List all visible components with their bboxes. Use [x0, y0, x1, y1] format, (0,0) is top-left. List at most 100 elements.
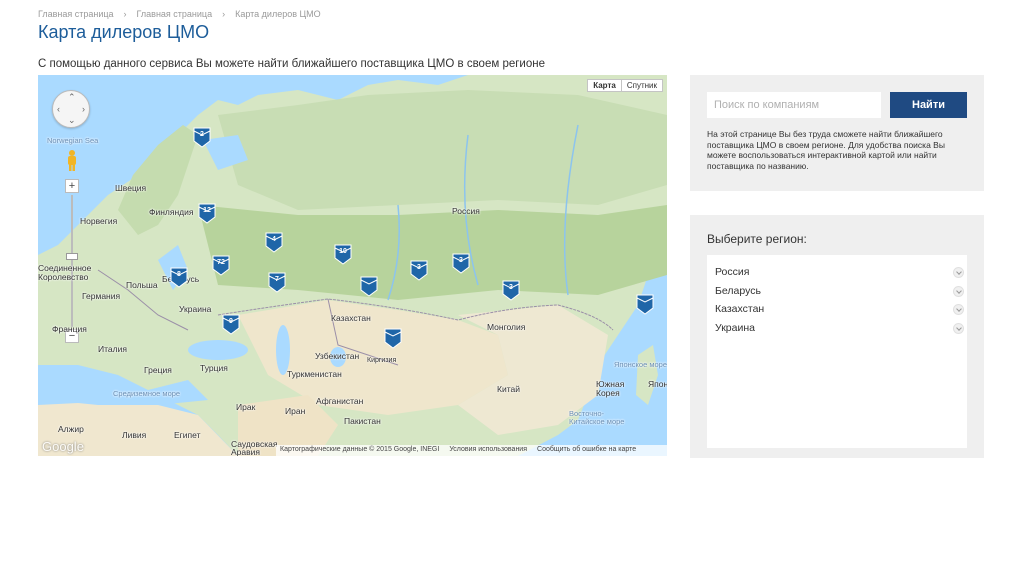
region-item-belarus[interactable]: Беларусь — [707, 285, 967, 304]
map-label: Франция — [52, 324, 87, 334]
map-label: Афганистан — [316, 396, 364, 406]
terms-link[interactable]: Условия использования — [449, 446, 527, 455]
pan-control[interactable]: ⌃ ⌄ ‹ › — [52, 90, 90, 128]
dealer-marker-icon — [384, 328, 402, 349]
pan-right-icon[interactable]: › — [82, 104, 85, 114]
breadcrumb-current: Карта дилеров ЦМО — [235, 9, 321, 19]
pan-down-icon[interactable]: ⌄ — [68, 115, 76, 126]
company-search-input[interactable] — [707, 92, 881, 118]
map-label: Египет — [174, 430, 201, 440]
map-label: Соединенное Королевство — [38, 263, 92, 282]
map-label: Польша — [126, 280, 158, 290]
breadcrumb-home-link[interactable]: Главная страница — [38, 9, 114, 19]
map-label: Киргизия — [367, 357, 397, 364]
dealer-marker[interactable]: 2 — [192, 126, 212, 148]
pegman-icon[interactable] — [66, 149, 78, 171]
zoom-in-button[interactable]: + — [65, 179, 79, 193]
dealer-marker-count: 3 — [417, 264, 421, 271]
dealer-marker[interactable]: 4 — [264, 231, 284, 253]
chevron-down-icon[interactable] — [953, 322, 964, 334]
map-label: Ливия — [122, 430, 147, 440]
chevron-down-icon[interactable] — [953, 267, 964, 278]
region-item-kazakhstan[interactable]: Казахстан — [707, 303, 967, 322]
map-label: Казахстан — [331, 313, 371, 323]
map-label: Греция — [144, 365, 172, 375]
region-item-russia[interactable]: Россия — [707, 266, 967, 285]
report-error-link[interactable]: Сообщить об ошибке на карте — [537, 446, 636, 455]
dealer-marker[interactable] — [359, 275, 379, 297]
pan-up-icon[interactable]: ⌃ — [68, 92, 76, 103]
dealer-marker-icon — [636, 294, 654, 315]
map-attribution: Картографические данные © 2015 Google, I… — [280, 446, 440, 453]
dealer-marker-count: 72 — [217, 259, 225, 266]
dealer-marker-count: 9 — [229, 318, 233, 325]
map-type-satellite-button[interactable]: Спутник — [620, 80, 662, 91]
map-label: Norwegian Sea — [47, 136, 99, 145]
map-footer: Google Картографические данные © 2015 Go… — [38, 439, 667, 456]
map-label: Южная Корея — [596, 379, 625, 398]
dealer-marker[interactable]: 10 — [333, 243, 353, 265]
google-logo[interactable]: Google — [42, 439, 84, 454]
dealer-marker-count: 2 — [200, 131, 204, 138]
map-label: Средиземное море — [113, 389, 181, 398]
dealer-marker-count: 3 — [459, 257, 463, 264]
region-title: Выберите регион: — [707, 232, 807, 246]
zoom-handle[interactable] — [66, 253, 78, 260]
dealer-marker-icon — [360, 276, 378, 297]
dealer-marker[interactable]: 9 — [221, 313, 241, 335]
breadcrumb-separator-icon: › — [222, 9, 226, 19]
chevron-down-icon[interactable] — [953, 304, 964, 315]
search-button[interactable]: Найти — [890, 92, 967, 118]
breadcrumb-separator-icon: › — [123, 9, 127, 19]
dealer-marker[interactable]: 72 — [211, 254, 231, 276]
dealer-marker[interactable] — [635, 293, 655, 315]
dealer-marker[interactable]: 8 — [169, 266, 189, 288]
dealer-marker-count: 8 — [177, 271, 181, 278]
region-item-label: Беларусь — [715, 284, 761, 297]
map-type-switcher: Карта Спутник — [587, 79, 663, 92]
search-help-text: На этой странице Вы без труда сможете на… — [707, 129, 945, 171]
map-label: Иран — [285, 406, 306, 416]
map-label: Японское море — [614, 360, 667, 369]
breadcrumb-home-link-2[interactable]: Главная страница — [137, 9, 213, 19]
map-label: Монголия — [487, 322, 526, 332]
map-label: Узбекистан — [315, 351, 360, 361]
map-label: Норвегия — [80, 216, 118, 226]
dealer-marker[interactable] — [383, 327, 403, 349]
page-title: Карта дилеров ЦМО — [38, 22, 210, 42]
dealer-marker-count: 7 — [275, 276, 279, 283]
zoom-control: + − — [65, 179, 79, 343]
pan-left-icon[interactable]: ‹ — [57, 104, 60, 114]
dealer-marker-count: 4 — [272, 236, 276, 243]
map-label: Финляндия — [149, 207, 194, 217]
dealer-marker-count: 3 — [509, 284, 513, 291]
dealer-marker[interactable]: 3 — [409, 259, 429, 281]
dealer-marker[interactable]: 3 — [451, 252, 471, 274]
map-label: Туркменистан — [287, 369, 342, 379]
dealer-marker-count: 10 — [339, 248, 347, 255]
map-type-map-button[interactable]: Карта — [588, 80, 621, 91]
region-item-ukraine[interactable]: Украина — [707, 322, 967, 341]
search-panel: Найти На этой странице Вы без труда смож… — [690, 75, 984, 191]
dealer-marker[interactable]: 12 — [197, 202, 217, 224]
map-label: Восточно-Китайское море — [569, 409, 625, 426]
map-attribution-bar: Картографические данные © 2015 Google, I… — [276, 445, 667, 456]
breadcrumb: Главная страница › Главная страница › Ка… — [38, 9, 321, 19]
map-label: Алжир — [58, 424, 84, 434]
map-label: Ирак — [236, 402, 256, 412]
map-label: Япония — [648, 379, 667, 389]
map-label: Турция — [200, 363, 228, 373]
map-label: Украина — [179, 304, 212, 314]
region-panel: Выберите регион: Россия Беларусь Казахст… — [690, 215, 984, 458]
dealer-map[interactable]: Карта Спутник ⌃ ⌄ ‹ › + − Norwegian Sea … — [38, 75, 667, 456]
page-subtitle: С помощью данного сервиса Вы можете найт… — [38, 58, 545, 70]
dealer-marker[interactable]: 7 — [267, 271, 287, 293]
zoom-track[interactable] — [71, 195, 73, 327]
dealer-marker[interactable]: 3 — [501, 279, 521, 301]
region-list: Россия Беларусь Казахстан Украина — [707, 255, 967, 448]
dealer-marker-count: 12 — [203, 207, 211, 214]
region-item-label: Россия — [715, 266, 750, 278]
map-label: Германия — [82, 291, 121, 301]
chevron-down-icon[interactable] — [953, 285, 964, 297]
map-label: Пакистан — [344, 416, 381, 426]
